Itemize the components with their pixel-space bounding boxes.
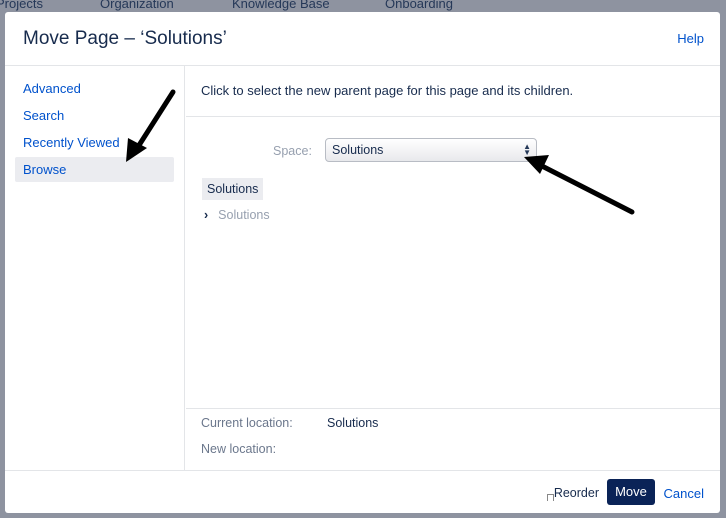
annotation-arrows	[126, 89, 635, 215]
arrow-annotation-icon	[126, 89, 176, 162]
arrow-annotation-icon	[524, 155, 635, 215]
